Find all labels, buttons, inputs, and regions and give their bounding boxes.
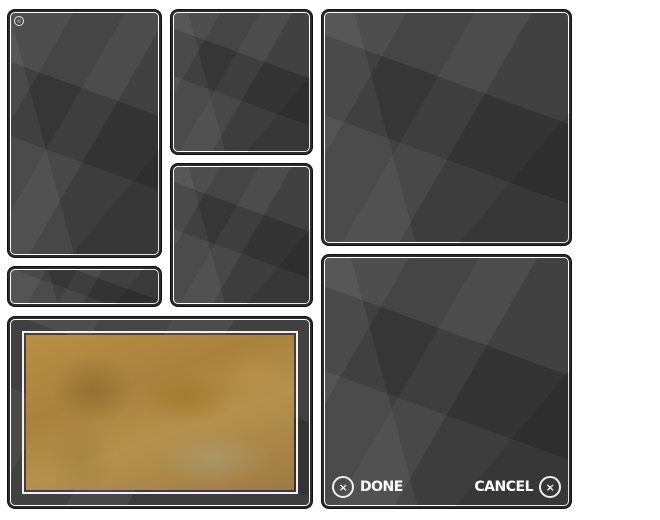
close-circle-icon: × bbox=[539, 476, 561, 498]
photo-frame bbox=[22, 331, 298, 494]
cell-texture bbox=[324, 257, 569, 506]
photo-image bbox=[26, 335, 294, 490]
cancel-button[interactable]: CANCEL × bbox=[474, 476, 561, 498]
done-label: DONE bbox=[360, 479, 403, 495]
cancel-label: CANCEL bbox=[474, 479, 533, 495]
cell-texture bbox=[173, 12, 310, 152]
collage-cell-middle-top[interactable] bbox=[171, 10, 312, 154]
cell-texture bbox=[10, 269, 159, 304]
cell-texture bbox=[324, 12, 569, 243]
collage-cell-photo[interactable] bbox=[8, 317, 312, 508]
cell-texture bbox=[173, 166, 310, 304]
collage-cell-left-strip[interactable] bbox=[8, 267, 161, 306]
radio-icon[interactable] bbox=[14, 16, 24, 26]
done-button[interactable]: × DONE bbox=[332, 476, 403, 498]
cell-texture bbox=[10, 12, 159, 255]
close-circle-icon: × bbox=[332, 476, 354, 498]
collage-cell-right-bottom[interactable]: × DONE CANCEL × bbox=[322, 255, 571, 508]
collage-cell-right-top[interactable] bbox=[322, 10, 571, 245]
collage-cell-middle-bottom[interactable] bbox=[171, 164, 312, 306]
collage-cell-left-tall[interactable] bbox=[8, 10, 161, 257]
